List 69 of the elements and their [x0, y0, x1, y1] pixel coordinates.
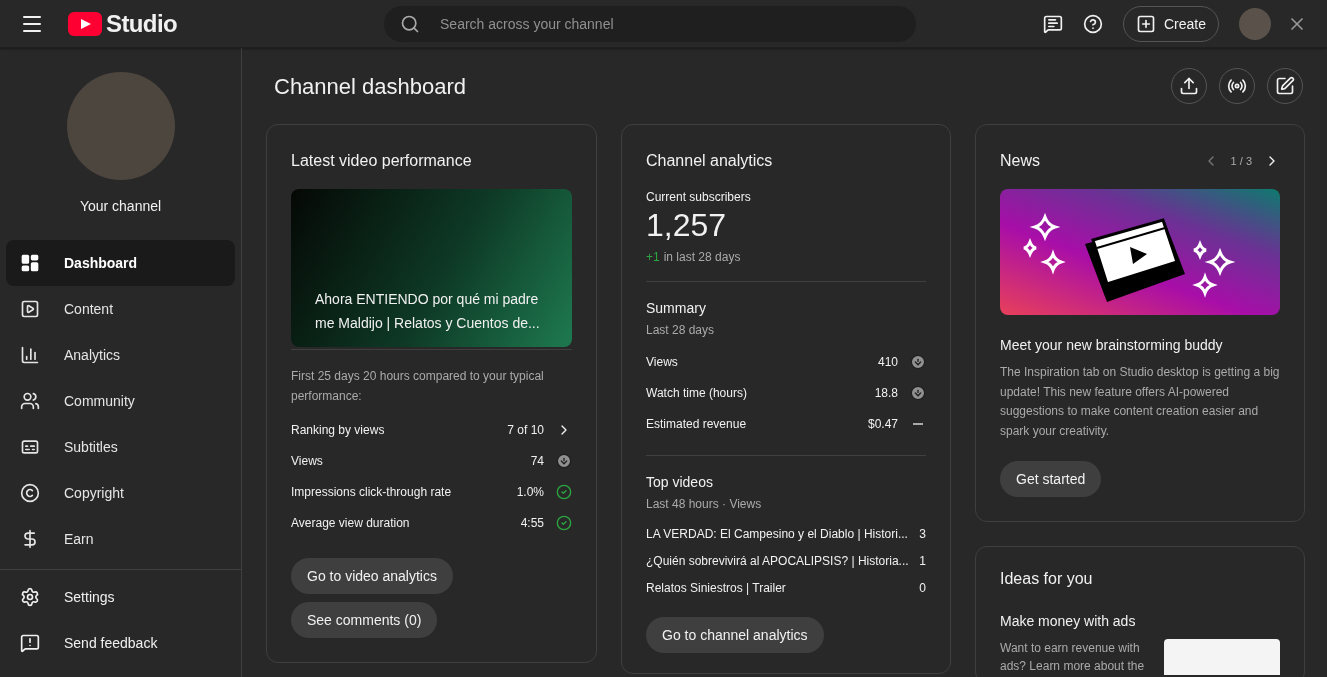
- sidebar-item[interactable]: Analytics: [6, 332, 235, 378]
- play-logo-icon: [68, 11, 102, 36]
- sidebar-item[interactable]: Dashboard: [6, 240, 235, 286]
- search-icon: [400, 13, 420, 34]
- pager-text: 1 / 3: [1230, 153, 1252, 169]
- metric-label: Ranking by views: [291, 421, 386, 438]
- page-title: Channel dashboard: [273, 72, 467, 101]
- channel-label: Your channel: [79, 197, 162, 216]
- section-period: Last 28 days: [646, 322, 716, 338]
- sidebar-item[interactable]: Copyright: [6, 470, 235, 516]
- video-thumbnail[interactable]: Ahora ENTIENDO por qué mi padre me Maldijo | Relatos y Cuentos de...: [291, 189, 572, 347]
- idea-body: Want to earn revenue with ads? Learn more about the: [1000, 640, 1146, 675]
- channel-analytics-button[interactable]: Go to channel analytics: [646, 617, 824, 653]
- metric-value: 74: [530, 452, 544, 469]
- section-title: Top videos: [646, 473, 714, 492]
- video-title[interactable]: ¿Quién sobrevivirá al APOCALIPSIS? | Historia...: [646, 552, 912, 569]
- sidebar-item[interactable]: Earn: [6, 516, 235, 562]
- video-title[interactable]: LA VERDAD: El Campesino y el Diablo | Histori...: [646, 525, 912, 542]
- bar-chart-icon: [20, 345, 40, 365]
- metric-label: Views: [646, 353, 679, 370]
- metric-value: 410: [877, 353, 898, 370]
- sidebar-item[interactable]: Community: [6, 378, 235, 424]
- metric-value: $0.47: [867, 415, 898, 432]
- metric-label: Views: [291, 452, 324, 469]
- search-field[interactable]: Search across your channel: [384, 5, 916, 42]
- comparison-note: First 25 days 20 hours compared to your typical performance:: [291, 368, 545, 405]
- view-count: 0: [919, 579, 926, 596]
- video-title: Ahora ENTIENDO por qué mi padre me Maldijo | Relatos y Cuentos de...: [315, 290, 541, 333]
- card-title: Channel analytics: [646, 151, 774, 171]
- section-period: Last 48 hours · Views: [646, 496, 763, 512]
- card-title: Latest video performance: [291, 151, 473, 171]
- copyright-icon: [20, 483, 40, 503]
- news-headline: Meet your new brainstorming buddy: [1000, 336, 1224, 355]
- news-body: The Inspiration tab on Studio desktop is getting a big update! This new feature offers AI-powered suggestions to make content creation easier and spark your creativity.: [1000, 364, 1280, 440]
- metric-label: Average view duration: [291, 514, 411, 531]
- subscribers-label: Current subscribers: [646, 189, 752, 205]
- video-title[interactable]: Relatos Siniestros | Trailer: [646, 579, 912, 596]
- metric-value: 1.0%: [516, 483, 544, 500]
- dashboard-icon: [20, 253, 40, 273]
- sidebar-item[interactable]: Settings: [6, 574, 235, 620]
- metric-value: 18.8: [874, 384, 898, 401]
- change-period: in last 28 days: [663, 249, 741, 265]
- help-icon[interactable]: [1082, 13, 1103, 34]
- card-title: News: [1000, 151, 1041, 171]
- comments-icon[interactable]: [1042, 13, 1063, 34]
- metric-label: Estimated revenue: [646, 415, 748, 432]
- sidebar-item[interactable]: Send feedback: [6, 620, 235, 666]
- view-count: 1: [919, 552, 926, 569]
- logo-text: Studio: [106, 8, 178, 39]
- metric-value: 7 of 10: [507, 421, 544, 438]
- metric-label: Watch time (hours): [646, 384, 748, 401]
- feedback-icon: [20, 633, 40, 653]
- card-title: Ideas for you: [1000, 569, 1094, 589]
- video-analytics-button[interactable]: Go to video analytics: [291, 558, 453, 594]
- sidebar-item[interactable]: Content: [6, 286, 235, 332]
- get-started-button[interactable]: Get started: [1000, 461, 1102, 497]
- sidebar-item[interactable]: Subtitles: [6, 424, 235, 470]
- idea-headline: Make money with ads: [1000, 612, 1137, 631]
- play-square-icon: [20, 299, 40, 319]
- people-icon: [20, 391, 40, 411]
- comments-button[interactable]: See comments (0): [291, 602, 438, 638]
- settings-icon: [20, 587, 40, 607]
- view-count: 3: [919, 525, 926, 542]
- subscriber-count: 1,257: [646, 206, 728, 245]
- metric-value: 4:55: [520, 514, 544, 531]
- section-title: Summary: [646, 299, 707, 318]
- subscriber-change: +1: [646, 249, 660, 265]
- metric-label: Impressions click-through rate: [291, 483, 453, 500]
- captions-icon: [20, 437, 40, 457]
